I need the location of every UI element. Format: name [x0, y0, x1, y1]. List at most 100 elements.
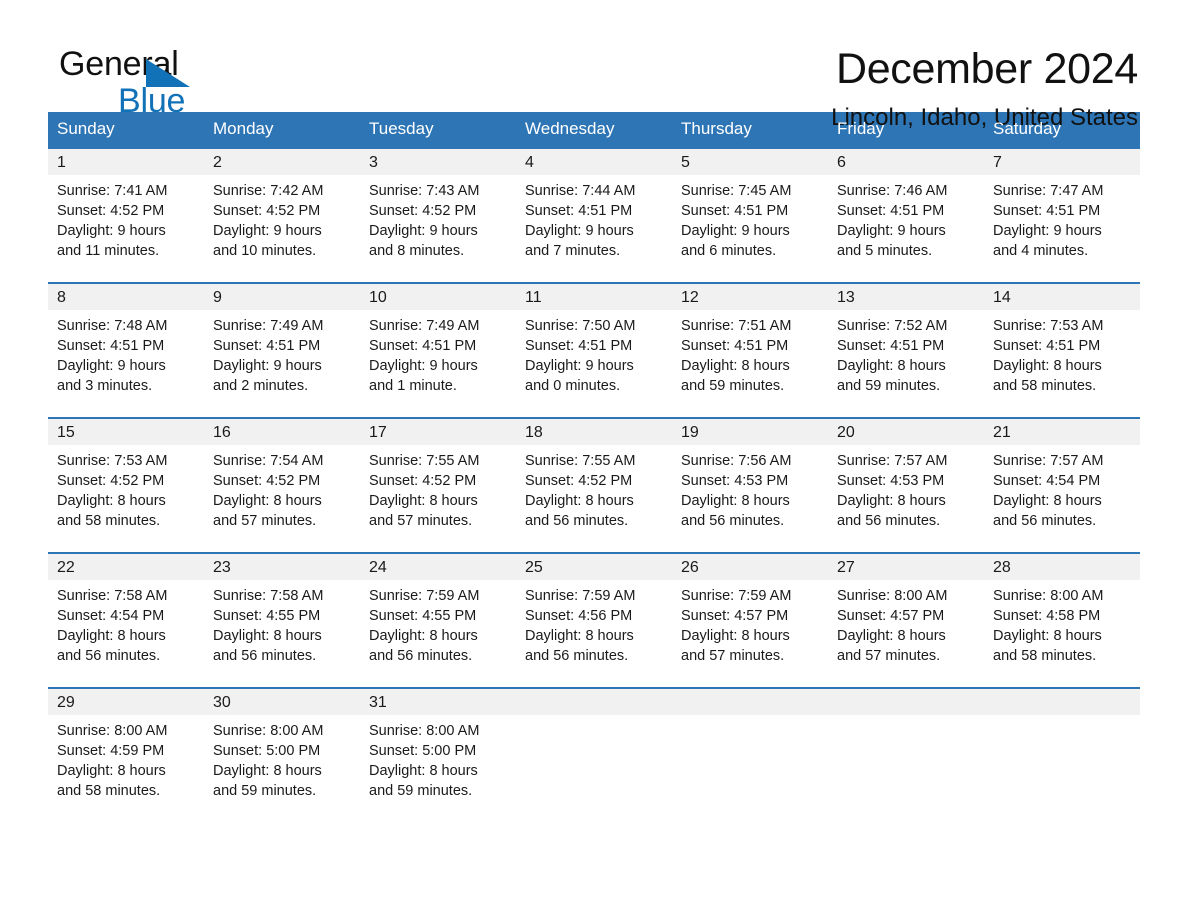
calendar-day-cell[interactable]: 3 Sunrise: 7:43 AM Sunset: 4:52 PM Daylight…	[360, 147, 516, 283]
sunrise-text: Sunrise: 7:55 AM	[525, 453, 636, 469]
daylight-text-line1: Daylight: 8 hours	[837, 493, 946, 509]
day-number: 22	[48, 554, 204, 580]
daylight-text-line2: and 4 minutes.	[993, 243, 1089, 259]
daylight-text-line1: Daylight: 8 hours	[681, 358, 790, 374]
calendar-day-cell[interactable]: 10 Sunrise: 7:49 AM Sunset: 4:51 PM Dayligh…	[360, 282, 516, 418]
daylight-text-line2: and 10 minutes.	[213, 243, 317, 259]
sunrise-text: Sunrise: 8:00 AM	[57, 723, 168, 739]
daylight-text-line2: and 8 minutes.	[369, 243, 465, 259]
day-details: Sunrise: 7:50 AM Sunset: 4:51 PM Daylight:…	[516, 310, 672, 396]
sunrise-text: Sunrise: 7:59 AM	[525, 588, 636, 604]
sunset-text: Sunset: 4:52 PM	[213, 473, 321, 489]
calendar-day-cell[interactable]: 7 Sunrise: 7:47 AM Sunset: 4:51 PM Daylight…	[984, 147, 1140, 283]
daylight-text-line1: Daylight: 8 hours	[525, 493, 634, 509]
calendar-day-cell[interactable]: 25 Sunrise: 7:59 AM Sunset: 4:56 PM Dayligh…	[516, 552, 672, 688]
calendar-day-cell[interactable]: 11 Sunrise: 7:50 AM Sunset: 4:51 PM Dayligh…	[516, 282, 672, 418]
calendar-day-cell[interactable]: 29 Sunrise: 8:00 AM Sunset: 4:59 PM Dayligh…	[48, 687, 204, 823]
calendar-day-cell[interactable]: 19 Sunrise: 7:56 AM Sunset: 4:53 PM Dayligh…	[672, 417, 828, 553]
sunset-text: Sunset: 4:51 PM	[993, 203, 1101, 219]
calendar-day-cell[interactable]: 17 Sunrise: 7:55 AM Sunset: 4:52 PM Dayligh…	[360, 417, 516, 553]
sunset-text: Sunset: 4:55 PM	[213, 608, 321, 624]
calendar-day-cell[interactable]: 22 Sunrise: 7:58 AM Sunset: 4:54 PM Dayligh…	[48, 552, 204, 688]
sunrise-text: Sunrise: 7:48 AM	[57, 318, 168, 334]
calendar-day-cell[interactable]: 20 Sunrise: 7:57 AM Sunset: 4:53 PM Dayligh…	[828, 417, 984, 553]
daylight-text-line2: and 56 minutes.	[369, 648, 473, 664]
day-number: 21	[984, 419, 1140, 445]
sunrise-text: Sunrise: 8:00 AM	[369, 723, 480, 739]
day-details: Sunrise: 7:52 AM Sunset: 4:51 PM Daylight:…	[828, 310, 984, 396]
day-number: 20	[828, 419, 984, 445]
calendar-day-cell	[516, 687, 672, 823]
weekday-header-thursday: Thursday	[672, 112, 828, 148]
weekday-header-tuesday: Tuesday	[360, 112, 516, 148]
calendar-day-cell[interactable]: 24 Sunrise: 7:59 AM Sunset: 4:55 PM Dayligh…	[360, 552, 516, 688]
daylight-text-line1: Daylight: 8 hours	[993, 493, 1102, 509]
calendar-body: 1 Sunrise: 7:41 AM Sunset: 4:52 PM Daylight…	[48, 147, 1140, 823]
calendar-day-cell[interactable]: 5 Sunrise: 7:45 AM Sunset: 4:51 PM Daylight…	[672, 147, 828, 283]
sunset-text: Sunset: 4:51 PM	[213, 338, 321, 354]
daylight-text-line1: Daylight: 8 hours	[993, 358, 1102, 374]
calendar-week-row: 1 Sunrise: 7:41 AM Sunset: 4:52 PM Daylight…	[48, 147, 1140, 283]
day-number: 30	[204, 689, 360, 715]
calendar-page: General Blue December 2024 Lincoln, Idah…	[0, 0, 1188, 918]
day-details: Sunrise: 7:51 AM Sunset: 4:51 PM Daylight:…	[672, 310, 828, 396]
daylight-text-line1: Daylight: 8 hours	[369, 763, 478, 779]
calendar-day-cell[interactable]: 21 Sunrise: 7:57 AM Sunset: 4:54 PM Dayligh…	[984, 417, 1140, 553]
day-box: 5 Sunrise: 7:45 AM Sunset: 4:51 PM Daylight…	[672, 149, 828, 282]
day-number: 17	[360, 419, 516, 445]
daylight-text-line2: and 59 minutes.	[837, 378, 941, 394]
calendar-day-cell[interactable]: 15 Sunrise: 7:53 AM Sunset: 4:52 PM Dayligh…	[48, 417, 204, 553]
calendar-day-cell[interactable]: 13 Sunrise: 7:52 AM Sunset: 4:51 PM Dayligh…	[828, 282, 984, 418]
sunrise-text: Sunrise: 7:47 AM	[993, 183, 1104, 199]
daylight-text-line1: Daylight: 9 hours	[681, 223, 790, 239]
sunrise-text: Sunrise: 7:53 AM	[57, 453, 168, 469]
daylight-text-line2: and 56 minutes.	[993, 513, 1097, 529]
sunset-text: Sunset: 4:51 PM	[837, 338, 945, 354]
calendar-day-cell[interactable]: 9 Sunrise: 7:49 AM Sunset: 4:51 PM Daylight…	[204, 282, 360, 418]
day-details: Sunrise: 7:53 AM Sunset: 4:51 PM Daylight:…	[984, 310, 1140, 396]
day-box: 11 Sunrise: 7:50 AM Sunset: 4:51 PM Dayligh…	[516, 284, 672, 417]
calendar-day-cell[interactable]: 28 Sunrise: 8:00 AM Sunset: 4:58 PM Dayligh…	[984, 552, 1140, 688]
sunset-text: Sunset: 4:53 PM	[681, 473, 789, 489]
calendar-day-cell[interactable]: 6 Sunrise: 7:46 AM Sunset: 4:51 PM Daylight…	[828, 147, 984, 283]
calendar-day-cell[interactable]: 30 Sunrise: 8:00 AM Sunset: 5:00 PM Dayligh…	[204, 687, 360, 823]
calendar-day-cell[interactable]: 2 Sunrise: 7:42 AM Sunset: 4:52 PM Daylight…	[204, 147, 360, 283]
day-box: 21 Sunrise: 7:57 AM Sunset: 4:54 PM Dayligh…	[984, 419, 1140, 552]
daylight-text-line2: and 2 minutes.	[213, 378, 309, 394]
calendar-day-cell[interactable]: 26 Sunrise: 7:59 AM Sunset: 4:57 PM Dayligh…	[672, 552, 828, 688]
daylight-text-line1: Daylight: 9 hours	[837, 223, 946, 239]
calendar-day-cell[interactable]: 8 Sunrise: 7:48 AM Sunset: 4:51 PM Daylight…	[48, 282, 204, 418]
day-number: 13	[828, 284, 984, 310]
day-number: 16	[204, 419, 360, 445]
calendar-day-cell[interactable]: 27 Sunrise: 8:00 AM Sunset: 4:57 PM Dayligh…	[828, 552, 984, 688]
daylight-text-line2: and 57 minutes.	[213, 513, 317, 529]
calendar-day-cell[interactable]: 31 Sunrise: 8:00 AM Sunset: 5:00 PM Dayligh…	[360, 687, 516, 823]
calendar-day-cell[interactable]: 4 Sunrise: 7:44 AM Sunset: 4:51 PM Daylight…	[516, 147, 672, 283]
sunset-text: Sunset: 4:56 PM	[525, 608, 633, 624]
sunset-text: Sunset: 4:52 PM	[525, 473, 633, 489]
sunset-text: Sunset: 4:51 PM	[681, 338, 789, 354]
sunset-text: Sunset: 4:58 PM	[993, 608, 1101, 624]
sunrise-text: Sunrise: 7:59 AM	[681, 588, 792, 604]
daylight-text-line2: and 1 minute.	[369, 378, 457, 394]
day-details: Sunrise: 7:53 AM Sunset: 4:52 PM Daylight:…	[48, 445, 204, 531]
sunrise-text: Sunrise: 7:59 AM	[369, 588, 480, 604]
day-details: Sunrise: 7:41 AM Sunset: 4:52 PM Daylight:…	[48, 175, 204, 261]
sunset-text: Sunset: 4:51 PM	[681, 203, 789, 219]
day-details: Sunrise: 7:58 AM Sunset: 4:55 PM Daylight:…	[204, 580, 360, 666]
calendar-day-cell[interactable]: 23 Sunrise: 7:58 AM Sunset: 4:55 PM Dayligh…	[204, 552, 360, 688]
day-box: 12 Sunrise: 7:51 AM Sunset: 4:51 PM Dayligh…	[672, 284, 828, 417]
calendar-day-cell[interactable]: 18 Sunrise: 7:55 AM Sunset: 4:52 PM Dayligh…	[516, 417, 672, 553]
sunrise-text: Sunrise: 7:43 AM	[369, 183, 480, 199]
calendar-day-cell[interactable]: 14 Sunrise: 7:53 AM Sunset: 4:51 PM Dayligh…	[984, 282, 1140, 418]
day-details: Sunrise: 8:00 AM Sunset: 4:57 PM Daylight:…	[828, 580, 984, 666]
sunrise-text: Sunrise: 7:45 AM	[681, 183, 792, 199]
calendar-day-cell[interactable]: 12 Sunrise: 7:51 AM Sunset: 4:51 PM Dayligh…	[672, 282, 828, 418]
day-details: Sunrise: 7:55 AM Sunset: 4:52 PM Daylight:…	[516, 445, 672, 531]
daylight-text-line1: Daylight: 8 hours	[681, 628, 790, 644]
daylight-text-line2: and 5 minutes.	[837, 243, 933, 259]
daylight-text-line2: and 7 minutes.	[525, 243, 621, 259]
day-number: 7	[984, 149, 1140, 175]
calendar-day-cell[interactable]: 1 Sunrise: 7:41 AM Sunset: 4:52 PM Daylight…	[48, 147, 204, 283]
calendar-day-cell[interactable]: 16 Sunrise: 7:54 AM Sunset: 4:52 PM Dayligh…	[204, 417, 360, 553]
